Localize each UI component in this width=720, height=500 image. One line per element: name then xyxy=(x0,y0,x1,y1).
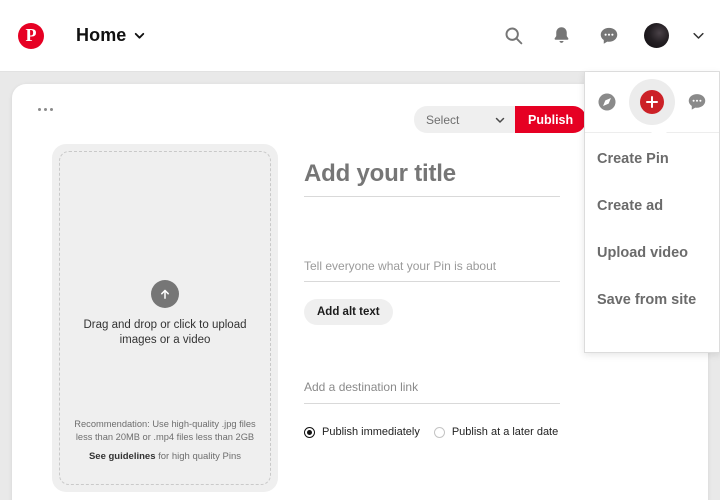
top-navigation-bar: P Home xyxy=(0,0,720,72)
chevron-down-icon xyxy=(133,29,146,42)
create-plus-icon[interactable] xyxy=(640,90,664,114)
radio-selected-icon xyxy=(304,427,315,438)
pinterest-logo-icon: P xyxy=(18,23,44,49)
pin-title-underline xyxy=(304,196,560,197)
radio-publish-later-label: Publish at a later date xyxy=(452,426,558,438)
dropzone-footer: Recommendation: Use high-quality .jpg fi… xyxy=(68,418,262,462)
home-nav-dropdown[interactable]: Home xyxy=(76,25,146,46)
menu-item-create-pin[interactable]: Create Pin xyxy=(585,135,719,182)
radio-unselected-icon xyxy=(434,427,445,438)
pin-details-form: Add your title Tell everyone what your P… xyxy=(304,160,560,438)
pin-description-underline xyxy=(304,281,560,282)
radio-publish-immediately[interactable]: Publish immediately xyxy=(304,426,420,438)
user-avatar[interactable] xyxy=(644,23,669,48)
publish-button[interactable]: Publish xyxy=(515,106,586,133)
popover-pointer-arrow xyxy=(651,125,667,133)
pinterest-logo-button[interactable]: P xyxy=(16,21,46,51)
notifications-bell-icon[interactable] xyxy=(548,23,574,49)
media-upload-dropzone[interactable]: Drag and drop or click to upload images … xyxy=(52,144,278,492)
card-toolbar: Select Publish xyxy=(414,106,586,133)
pin-description-placeholder: Tell everyone what your Pin is about xyxy=(304,259,560,281)
create-menu-list: Create Pin Create ad Upload video Save f… xyxy=(585,133,719,323)
destination-link-field[interactable]: Add a destination link xyxy=(304,380,560,404)
dropzone-guidelines-text: See guidelines for high quality Pins xyxy=(68,451,262,462)
publish-schedule-options: Publish immediately Publish at a later d… xyxy=(304,426,560,438)
account-chevron-down-icon[interactable] xyxy=(691,28,706,43)
more-options-icon[interactable] xyxy=(38,108,53,111)
destination-link-placeholder: Add a destination link xyxy=(304,380,560,403)
board-select-label: Select xyxy=(426,113,459,127)
header-actions xyxy=(500,23,706,49)
chevron-down-icon xyxy=(494,114,506,126)
board-select-dropdown[interactable]: Select xyxy=(414,106,515,133)
guidelines-rest-text: for high quality Pins xyxy=(155,451,241,462)
menu-item-upload-video[interactable]: Upload video xyxy=(585,229,719,276)
dropzone-instruction-text: Drag and drop or click to upload images … xyxy=(75,318,255,348)
pin-title-field[interactable]: Add your title xyxy=(304,160,560,197)
popover-icon-row xyxy=(585,72,719,133)
dropzone-dashed-area[interactable]: Drag and drop or click to upload images … xyxy=(59,151,271,485)
messages-bubble-icon[interactable] xyxy=(685,90,709,114)
radio-publish-immediately-label: Publish immediately xyxy=(322,426,420,438)
pin-title-placeholder: Add your title xyxy=(304,160,560,196)
dropzone-center-content: Drag and drop or click to upload images … xyxy=(60,280,270,348)
home-label: Home xyxy=(76,25,126,46)
create-menu-popover: Create Pin Create ad Upload video Save f… xyxy=(584,72,720,353)
search-icon[interactable] xyxy=(500,23,526,49)
menu-item-create-ad[interactable]: Create ad xyxy=(585,182,719,229)
messages-bubble-icon[interactable] xyxy=(596,23,622,49)
see-guidelines-link[interactable]: See guidelines xyxy=(89,451,156,462)
dropzone-recommendation-text: Recommendation: Use high-quality .jpg fi… xyxy=(68,418,262,443)
add-alt-text-button[interactable]: Add alt text xyxy=(304,299,393,325)
pin-description-field[interactable]: Tell everyone what your Pin is about xyxy=(304,259,560,282)
upload-arrow-icon xyxy=(151,280,179,308)
pinterest-create-pin-page: P Home xyxy=(0,0,720,500)
compass-explore-icon[interactable] xyxy=(595,90,619,114)
plus-button-circle xyxy=(640,90,664,114)
destination-link-underline xyxy=(304,403,560,404)
radio-publish-later[interactable]: Publish at a later date xyxy=(434,426,558,438)
menu-item-save-from-site[interactable]: Save from site xyxy=(585,276,719,323)
